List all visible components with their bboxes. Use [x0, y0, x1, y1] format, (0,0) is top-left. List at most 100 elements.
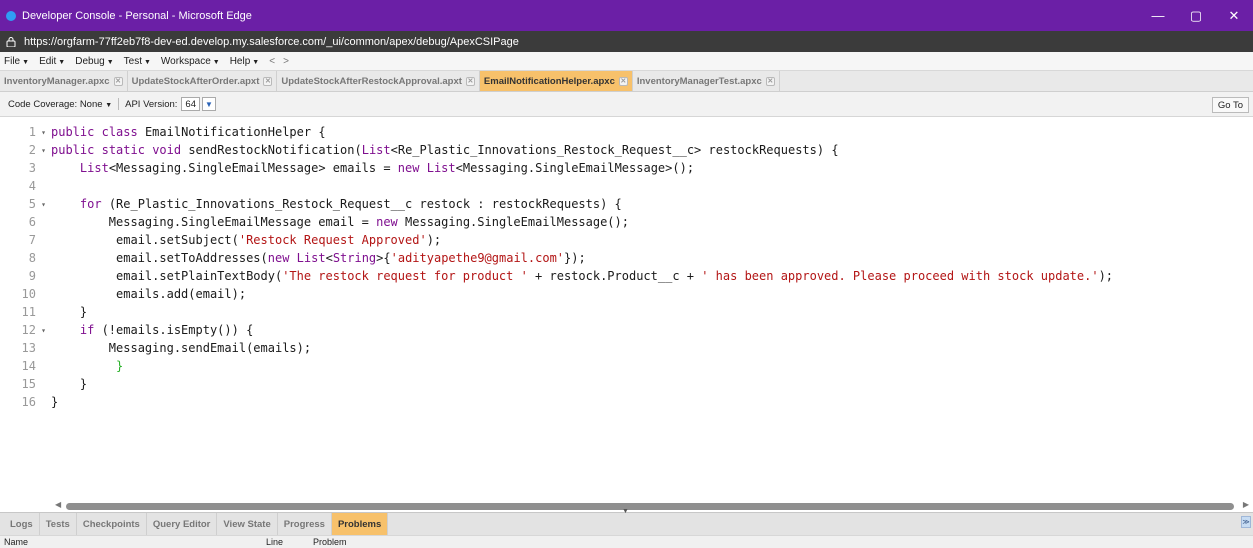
- code-text: email.setPlainTextBody('The restock requ…: [51, 269, 1114, 283]
- close-icon[interactable]: ✕: [263, 76, 273, 86]
- close-icon[interactable]: ✕: [465, 76, 475, 86]
- menu-workspace[interactable]: Workspace ▼: [161, 56, 220, 67]
- code-line: 12 ▾ if (!emails.isEmpty()) {: [0, 321, 1253, 339]
- code-text: Messaging.sendEmail(emails);: [51, 341, 312, 355]
- code-text: email.setSubject('Restock Request Approv…: [51, 233, 442, 247]
- bottom-panel-tabs: ▼ Logs Tests Checkpoints Query Editor Vi…: [0, 508, 1253, 535]
- problems-table-header: Name Line Problem: [0, 535, 1253, 548]
- code-text: public static void sendRestockNotificati…: [51, 143, 839, 157]
- line-number: 1: [28, 125, 36, 139]
- line-number: 7: [28, 233, 36, 247]
- menu-file-label: File: [4, 55, 21, 67]
- url-text[interactable]: https://orgfarm-77ff2eb7f8-dev-ed.develo…: [24, 36, 519, 48]
- tab-label: InventoryManagerTest.apxc: [636, 75, 762, 87]
- tab-progress[interactable]: Progress: [278, 513, 332, 535]
- column-header-name[interactable]: Name: [4, 537, 28, 547]
- chevron-down-icon: ▼: [143, 58, 151, 66]
- tab-view-state[interactable]: View State: [217, 513, 278, 535]
- lock-icon[interactable]: [6, 36, 20, 47]
- tab-label: UpdateStockAfterOrder.apxt: [131, 75, 260, 87]
- line-number: 2: [28, 143, 36, 157]
- code-line: 2 ▾ public static void sendRestockNotifica…: [0, 141, 1253, 159]
- window-title: Developer Console - Personal - Microsoft…: [22, 9, 252, 22]
- menu-edit-label: Edit: [39, 55, 57, 67]
- tab-label: InventoryManager.apxc: [4, 75, 110, 87]
- back-button[interactable]: <: [269, 56, 275, 67]
- editor-tab-bar: InventoryManager.apxc ✕ UpdateStockAfterO…: [0, 71, 1253, 92]
- code-line: 4: [0, 177, 1253, 195]
- line-number: 8: [28, 251, 36, 265]
- tab-inventory-manager-test[interactable]: InventoryManagerTest.apxc ✕: [633, 71, 780, 91]
- code-text: Messaging.SingleEmailMessage email = new…: [51, 215, 629, 229]
- tab-email-notification-helper[interactable]: EmailNotificationHelper.apxc ✕: [479, 71, 633, 91]
- toolbar-divider: [118, 98, 120, 110]
- api-version-label: API Version:: [125, 98, 178, 110]
- code-line: 15 }: [0, 375, 1253, 393]
- panel-splitter-icon[interactable]: ▼: [622, 508, 629, 515]
- code-text: }: [51, 359, 124, 373]
- menu-debug[interactable]: Debug ▼: [75, 56, 113, 67]
- line-number: 10: [21, 287, 36, 301]
- maximize-button[interactable]: ▢: [1177, 0, 1215, 31]
- edge-app-icon: [6, 10, 16, 21]
- code-text: }: [51, 395, 59, 409]
- code-line: 8 email.setToAddresses(new List<String>{…: [0, 249, 1253, 267]
- code-coverage-dropdown[interactable]: Code Coverage: None ▼: [8, 99, 112, 110]
- tab-update-stock-after-restock-approval[interactable]: UpdateStockAfterRestockApproval.apxt ✕: [277, 71, 480, 91]
- scroll-right-icon[interactable]: ▶: [1243, 500, 1249, 509]
- code-text: public class EmailNotificationHelper {: [51, 125, 326, 139]
- close-icon[interactable]: ✕: [618, 76, 628, 86]
- menu-help-label: Help: [229, 55, 251, 67]
- go-to-button[interactable]: Go To: [1211, 97, 1249, 113]
- code-line: 7 email.setSubject('Restock Request Appr…: [0, 231, 1253, 249]
- tab-query-editor[interactable]: Query Editor: [147, 513, 218, 535]
- tab-logs[interactable]: Logs: [4, 513, 40, 535]
- column-header-line[interactable]: Line: [266, 537, 283, 547]
- menu-test[interactable]: Test ▼: [124, 56, 151, 67]
- chevron-down-icon: ▼: [212, 58, 220, 66]
- fold-arrow-icon[interactable]: ▾: [36, 128, 51, 137]
- chevron-down-icon: ▼: [22, 58, 30, 66]
- fold-arrow-icon[interactable]: ▾: [36, 200, 51, 209]
- line-number: 15: [21, 377, 36, 391]
- line-number: 5: [28, 197, 36, 211]
- code-text: List<Messaging.SingleEmailMessage> email…: [79, 161, 695, 175]
- code-text: }: [51, 305, 88, 319]
- tab-update-stock-after-order[interactable]: UpdateStockAfterOrder.apxt ✕: [128, 71, 278, 91]
- window-titlebar: Developer Console - Personal - Microsoft…: [0, 0, 1253, 31]
- menu-file[interactable]: File ▼: [4, 56, 29, 67]
- code-line: 14 }: [0, 357, 1253, 375]
- tab-checkpoints[interactable]: Checkpoints: [77, 513, 147, 535]
- collapse-panel-icon[interactable]: ≫: [1241, 516, 1251, 528]
- close-icon[interactable]: ✕: [113, 76, 123, 86]
- tab-problems[interactable]: Problems: [331, 513, 389, 535]
- code-text: }: [51, 377, 88, 391]
- scroll-left-icon[interactable]: ◀: [55, 500, 61, 509]
- minimize-button[interactable]: —: [1139, 0, 1177, 31]
- code-line: 3 List<Messaging.SingleEmailMessage> ema…: [0, 159, 1253, 177]
- close-icon[interactable]: ✕: [765, 76, 775, 86]
- menu-bar: File ▼ Edit ▼ Debug ▼ Test ▼ Workspace ▼ Help…: [0, 52, 1253, 71]
- fold-arrow-icon[interactable]: ▾: [36, 326, 51, 335]
- column-header-problem[interactable]: Problem: [313, 537, 347, 547]
- menu-help[interactable]: Help ▼: [230, 56, 260, 67]
- scrollbar-thumb[interactable]: [66, 503, 1234, 510]
- address-bar[interactable]: https://orgfarm-77ff2eb7f8-dev-ed.develo…: [0, 31, 1253, 52]
- line-number: 11: [21, 305, 36, 319]
- line-number: 9: [28, 269, 36, 283]
- code-line: 6 Messaging.SingleEmailMessage email = n…: [0, 213, 1253, 231]
- forward-button[interactable]: >: [283, 56, 289, 67]
- chevron-down-icon[interactable]: ▼: [201, 97, 216, 111]
- fold-arrow-icon[interactable]: ▾: [36, 146, 51, 155]
- close-window-button[interactable]: ✕: [1215, 0, 1253, 31]
- line-number: 4: [28, 179, 36, 193]
- code-line: 1 ▾ public class EmailNotificationHelper {: [0, 123, 1253, 141]
- api-version-select[interactable]: 64: [181, 97, 200, 111]
- code-text: if (!emails.isEmpty()) {: [79, 323, 254, 337]
- tab-tests[interactable]: Tests: [40, 513, 77, 535]
- menu-test-label: Test: [123, 55, 142, 67]
- menu-edit[interactable]: Edit ▼: [39, 56, 65, 67]
- code-editor[interactable]: 1 ▾ public class EmailNotificationHelper {…: [0, 117, 1253, 500]
- tab-inventory-manager[interactable]: InventoryManager.apxc ✕: [0, 71, 128, 91]
- line-number: 12: [21, 323, 36, 337]
